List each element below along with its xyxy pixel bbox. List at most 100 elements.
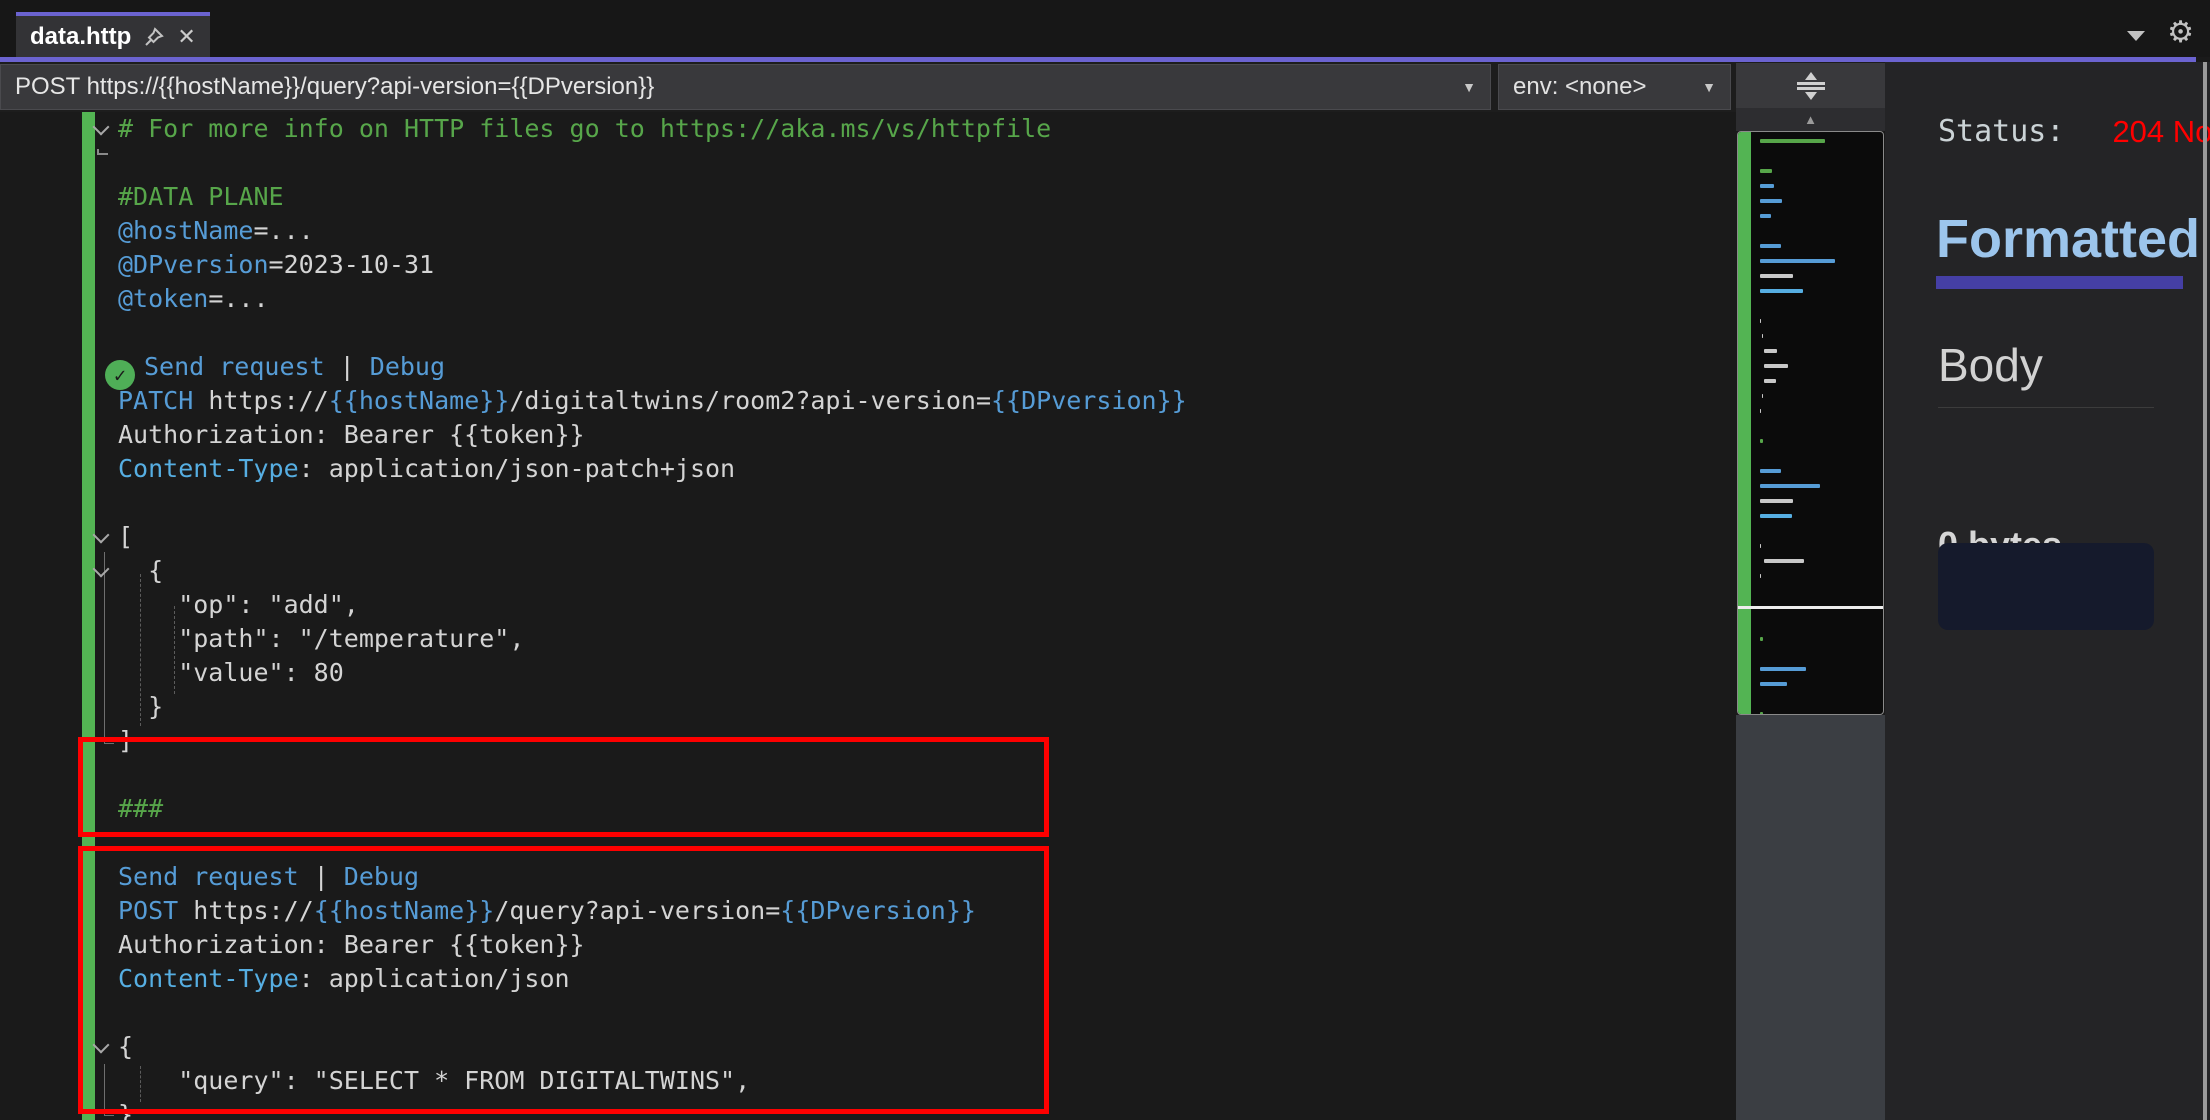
request-url-dropdown[interactable]: POST https://{{hostName}}/query?api-vers…: [0, 64, 1491, 110]
code-text: "path": "/temperature",: [118, 624, 525, 653]
code-text: @hostName: [118, 216, 254, 245]
body-heading: Body: [1938, 339, 2043, 391]
minimap-line: [1760, 637, 1764, 641]
response-body-box: [1938, 543, 2154, 630]
code-line: "path": "/temperature",: [0, 622, 1736, 656]
split-editor-handle[interactable]: [1736, 63, 1885, 109]
debug-link[interactable]: Debug: [370, 352, 445, 381]
response-panel: Status: 204 No Formatted Body 0 bytes: [1885, 62, 2210, 1120]
minimap-caret-line: [1738, 606, 1883, 609]
tab-data-http[interactable]: data.http ✕: [16, 12, 210, 57]
chevron-down-icon[interactable]: [2127, 31, 2146, 41]
code-text: "value": 80: [118, 658, 344, 687]
scrollbar-up-row: ▲: [1736, 108, 1885, 131]
editor[interactable]: # For more info on HTTP files go to http…: [0, 112, 1736, 1120]
minimap-line: [1760, 544, 1762, 548]
split-icon: [1804, 72, 1817, 80]
minimap-line: [1760, 139, 1826, 143]
code-text: =...: [253, 216, 314, 245]
code-line: @DPversion=2023-10-31: [0, 248, 1736, 282]
status-row: Status: 204 No: [1938, 114, 2210, 150]
minimap-line: [1760, 274, 1793, 278]
split-icon: [1796, 87, 1825, 90]
tab-bar: data.http ✕ ⚙: [0, 0, 2210, 57]
code-text: "op": "add",: [118, 590, 359, 619]
code-text: @token: [118, 284, 209, 313]
minimap[interactable]: [1737, 131, 1884, 715]
code-line: @hostName=...: [0, 214, 1736, 248]
code-text: PATCH: [118, 386, 194, 415]
tab-formatted[interactable]: Formatted: [1936, 208, 2200, 270]
pin-icon[interactable]: [143, 26, 165, 48]
code-text: https://: [193, 386, 329, 415]
body-divider: [1938, 407, 2154, 408]
minimap-line: [1760, 289, 1804, 293]
minimap-line: [1762, 334, 1764, 338]
close-icon[interactable]: ✕: [177, 25, 195, 48]
minimap-line: [1760, 499, 1793, 503]
status-value: 204 No: [2112, 114, 2210, 149]
code-text: }: [118, 692, 164, 721]
minimap-line: [1760, 469, 1781, 473]
minimap-line: [1760, 319, 1762, 323]
tab-formatted-underline: [1936, 276, 2183, 289]
tab-title: data.http: [30, 22, 132, 50]
code-line: [: [0, 520, 1736, 554]
minimap-line: [1760, 667, 1807, 671]
environment-dropdown[interactable]: env: <none> ▼: [1498, 64, 1731, 110]
minimap-line: [1760, 199, 1783, 203]
code-text: =2023-10-31: [268, 250, 435, 279]
split-icon: [1804, 92, 1817, 100]
status-label: Status:: [1938, 114, 2065, 149]
chevron-down-icon: ▼: [1702, 79, 1716, 95]
code-line: Content-Type: application/json-patch+jso…: [0, 452, 1736, 486]
code-text: # For more info on HTTP files go to http…: [118, 114, 1052, 143]
fold-chevron-icon[interactable]: [92, 560, 110, 578]
panel-scrollbar[interactable]: [2203, 62, 2207, 1120]
code-line: {: [0, 554, 1736, 588]
minimap-line: [1760, 682, 1788, 686]
code-text: [: [118, 522, 134, 551]
minimap-line: [1760, 184, 1774, 188]
fold-chevron-icon[interactable]: [92, 118, 110, 136]
minimap-line: [1764, 379, 1776, 383]
minimap-line: [1760, 484, 1820, 488]
code-line: Authorization: Bearer {{token}}: [0, 418, 1736, 452]
code-text: {: [118, 556, 164, 585]
minimap-line: [1760, 214, 1771, 218]
annotation-box-2: [78, 846, 1049, 1114]
split-icon: [1796, 82, 1825, 85]
request-toolbar: POST https://{{hostName}}/query?api-vers…: [0, 62, 2210, 112]
minimap-line: [1760, 409, 1762, 413]
minimap-line: [1762, 394, 1764, 398]
minimap-line: [1760, 439, 1764, 443]
code-text: #DATA PLANE: [118, 182, 284, 211]
minimap-line: [1764, 364, 1789, 368]
code-text: @DPversion: [118, 250, 269, 279]
request-url-text: POST https://{{hostName}}/query?api-vers…: [15, 73, 655, 100]
code-text: {{DPversion}}: [991, 386, 1187, 415]
code-line: "op": "add",: [0, 588, 1736, 622]
vs-window: data.http ✕ ⚙ POST https://{{hostName}}/…: [0, 0, 2210, 1120]
window-controls: ⚙: [2127, 18, 2194, 48]
code-text: Content-Type: [118, 454, 299, 483]
code-text: /digitaltwins/room2?api-version=: [509, 386, 991, 415]
minimap-line: [1764, 559, 1805, 563]
minimap-change-bar: [1738, 132, 1751, 714]
code-text: =...: [208, 284, 269, 313]
code-text: Authorization: Bearer {{token}}: [118, 420, 585, 449]
gear-icon[interactable]: ⚙: [2167, 18, 2194, 48]
scrollbar-track[interactable]: [1736, 715, 1885, 1120]
code-line: ✓ Send request | Debug: [0, 350, 1736, 390]
minimap-line: [1760, 574, 1762, 578]
minimap-line: [1760, 259, 1835, 263]
minimap-line: [1764, 349, 1777, 353]
code-text: |: [324, 352, 370, 381]
scroll-up-icon[interactable]: ▲: [1804, 113, 1817, 126]
send-request-link[interactable]: Send request: [144, 352, 325, 381]
code-line: }: [0, 690, 1736, 724]
fold-chevron-icon[interactable]: [92, 526, 110, 544]
